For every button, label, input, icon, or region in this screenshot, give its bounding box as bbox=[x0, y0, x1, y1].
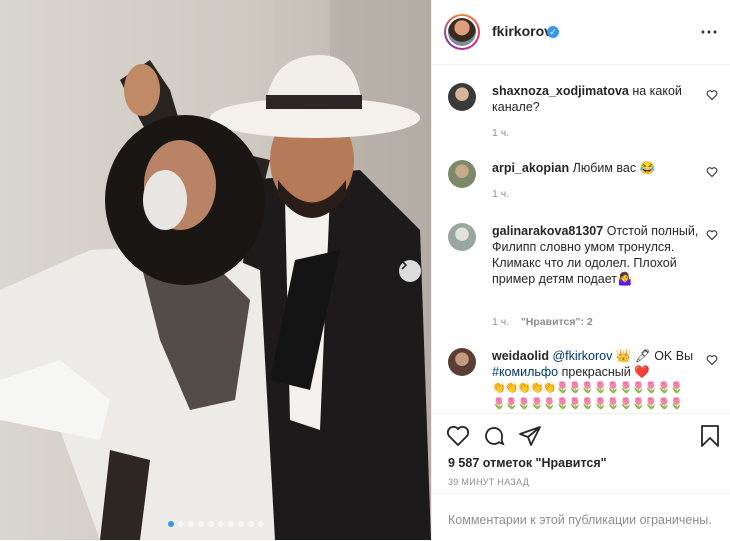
carousel-dot bbox=[257, 521, 264, 527]
comment-text: arpi_akopian Любим вас 😂 bbox=[492, 160, 702, 176]
comment-icon[interactable] bbox=[482, 424, 506, 448]
comment-avatar[interactable] bbox=[448, 348, 476, 376]
comment-body: 👑 🖊 OK Вы bbox=[612, 349, 694, 363]
carousel-dot bbox=[207, 521, 214, 527]
heart-icon[interactable] bbox=[706, 89, 718, 101]
next-photo-button[interactable] bbox=[399, 260, 421, 282]
more-options-icon[interactable]: ⋯ bbox=[700, 22, 719, 43]
comment-time: 1 ч. bbox=[492, 316, 510, 328]
heart-icon[interactable] bbox=[706, 354, 718, 366]
avatar[interactable] bbox=[444, 14, 480, 50]
comment-emoji-line: 👏👏👏👏👏🌷🌷🌷🌷🌷🌷🌷🌷🌷🌷 bbox=[492, 382, 683, 394]
comments-disabled-notice: Комментарии к этой публикации ограничены… bbox=[448, 513, 712, 527]
comment-username[interactable]: shaxnoza_xodjimatova bbox=[492, 84, 629, 98]
comments-list[interactable]: shaxnoza_xodjimatova на какой канале? 1 … bbox=[432, 65, 730, 413]
comment-avatar[interactable] bbox=[448, 160, 476, 188]
carousel-dot bbox=[197, 521, 204, 527]
comment-mention[interactable]: @fkirkorov bbox=[552, 349, 612, 363]
carousel-dot bbox=[237, 521, 244, 527]
comment-likes[interactable]: "Нравится": 2 bbox=[521, 316, 593, 328]
comment-avatar[interactable] bbox=[448, 83, 476, 111]
carousel-indicator bbox=[0, 521, 431, 527]
action-bar bbox=[432, 413, 730, 454]
share-icon[interactable] bbox=[518, 424, 542, 448]
author-username[interactable]: fkirkorov bbox=[492, 23, 552, 39]
chevron-right-icon bbox=[401, 260, 408, 270]
carousel-dot bbox=[217, 521, 224, 527]
comments-footer: Комментарии к этой публикации ограничены… bbox=[432, 493, 730, 541]
verified-icon: ✓ bbox=[547, 26, 559, 38]
post-timestamp: 39 МИНУТ НАЗАД bbox=[448, 477, 530, 487]
comment-hashtag[interactable]: #комильфо bbox=[492, 365, 558, 379]
comment-time: 1 ч. bbox=[492, 188, 510, 200]
carousel-dot bbox=[187, 521, 194, 527]
heart-icon[interactable] bbox=[446, 424, 470, 448]
comment-text: weidaolid @fkirkorov 👑 🖊 OK Вы #комильфо… bbox=[492, 348, 702, 412]
carousel-dot bbox=[227, 521, 234, 527]
comment-text: galinarakova81307 Отстой полный, Филипп … bbox=[492, 223, 702, 287]
comment-body: Любим вас 😂 bbox=[572, 161, 656, 175]
comment-meta: 1 ч. "Нравится": 2 bbox=[492, 316, 593, 328]
comment-username[interactable]: arpi_akopian bbox=[492, 161, 569, 175]
comment-text: shaxnoza_xodjimatova на какой канале? bbox=[492, 83, 702, 115]
likes-count[interactable]: 9 587 отметок "Нравится" bbox=[448, 456, 607, 470]
post-sidebar: fkirkorov ✓ ⋯ shaxnoza_xodjimatova на ка… bbox=[431, 0, 730, 540]
comment-username[interactable]: galinarakova81307 bbox=[492, 224, 603, 238]
post-header: fkirkorov ✓ ⋯ bbox=[432, 0, 730, 65]
comment-time: 1 ч. bbox=[492, 127, 510, 139]
bookmark-icon[interactable] bbox=[698, 424, 722, 448]
comment-emoji-line: 🌷🌷🌷🌷🌷🌷🌷🌷🌷🌷🌷🌷🌷🌷🌷 bbox=[492, 398, 683, 410]
comment-avatar[interactable] bbox=[448, 223, 476, 251]
comment-username[interactable]: weidaolid bbox=[492, 349, 549, 363]
photo-illustration bbox=[0, 0, 431, 540]
post-photo[interactable] bbox=[0, 0, 431, 540]
heart-icon[interactable] bbox=[706, 229, 718, 241]
carousel-dot bbox=[247, 521, 254, 527]
comment-body-end: прекрасный ❤️ bbox=[558, 365, 650, 379]
heart-icon[interactable] bbox=[706, 166, 718, 178]
carousel-dot bbox=[167, 521, 174, 527]
carousel-dot bbox=[177, 521, 184, 527]
